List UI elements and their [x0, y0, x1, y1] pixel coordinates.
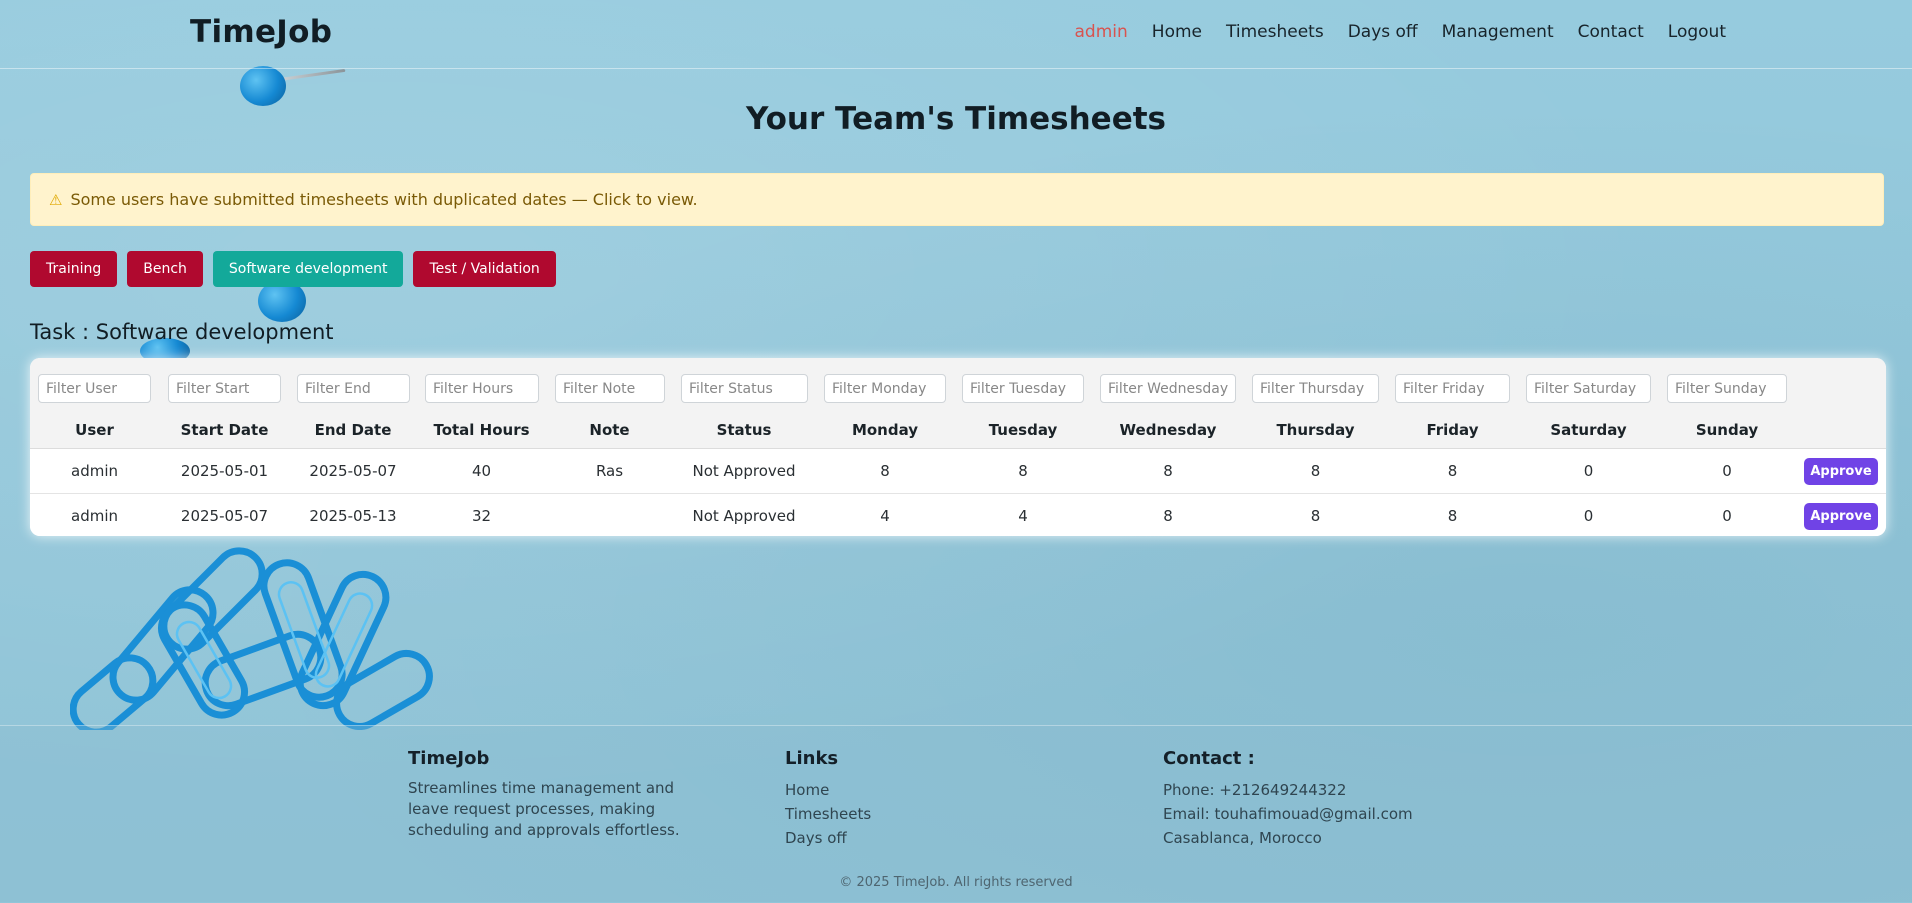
- approve-button[interactable]: Approve: [1804, 458, 1878, 485]
- main-nav: admin Home Timesheets Days off Managemen…: [1075, 22, 1726, 42]
- nav-timesheets[interactable]: Timesheets: [1226, 22, 1324, 42]
- header-thursday[interactable]: Thursday: [1244, 421, 1387, 439]
- cell-friday: 8: [1447, 507, 1458, 525]
- filter-sunday-input[interactable]: [1667, 374, 1787, 403]
- cell-start-date: 2025-05-01: [180, 462, 269, 480]
- cell-saturday: 0: [1583, 507, 1594, 525]
- warning-icon: ⚠: [49, 190, 63, 209]
- nav-logout[interactable]: Logout: [1668, 22, 1726, 42]
- cell-sunday: 0: [1722, 507, 1732, 525]
- task-title: Task : Software development: [30, 320, 334, 344]
- cell-total-hours: 40: [471, 462, 492, 480]
- footer-email: Email: touhafimouad@gmail.com: [1163, 805, 1413, 823]
- filter-user-input[interactable]: [38, 374, 151, 403]
- table-row: admin 2025-05-07 2025-05-13 32 Not Appro…: [30, 494, 1886, 536]
- header-status[interactable]: Status: [672, 421, 816, 439]
- filter-tuesday-input[interactable]: [962, 374, 1084, 403]
- cell-saturday: 0: [1583, 462, 1594, 480]
- nav-contact[interactable]: Contact: [1578, 22, 1644, 42]
- cell-tuesday: 8: [1018, 462, 1028, 480]
- table-row: admin 2025-05-01 2025-05-07 40 Ras Not A…: [30, 449, 1886, 494]
- filter-friday-input[interactable]: [1395, 374, 1510, 403]
- filter-saturday-input[interactable]: [1526, 374, 1651, 403]
- nav-days-off[interactable]: Days off: [1348, 22, 1418, 42]
- header-note[interactable]: Note: [547, 421, 672, 439]
- filter-wednesday-input[interactable]: [1100, 374, 1236, 403]
- cell-friday: 8: [1447, 462, 1458, 480]
- footer-copyright: © 2025 TimeJob. All rights reserved: [839, 875, 1073, 890]
- filter-note-input[interactable]: [555, 374, 665, 403]
- filter-status-input[interactable]: [681, 374, 808, 403]
- nav-home[interactable]: Home: [1152, 22, 1202, 42]
- approve-button[interactable]: Approve: [1804, 503, 1878, 530]
- cell-monday: 8: [880, 462, 890, 480]
- cell-end-date: 2025-05-07: [309, 462, 397, 480]
- footer-address: Casablanca, Morocco: [1163, 829, 1322, 847]
- footer-about-text: Streamlines time management and leave re…: [408, 779, 680, 839]
- footer-links-title: Links: [785, 748, 839, 769]
- filter-hours-input[interactable]: [425, 374, 539, 403]
- header-user[interactable]: User: [30, 421, 159, 439]
- nav-user-admin[interactable]: admin: [1075, 22, 1128, 42]
- task-software-development-button[interactable]: Software development: [212, 251, 404, 287]
- site-footer: TimeJob Streamlines time management and …: [0, 725, 1912, 903]
- filter-start-input[interactable]: [168, 374, 281, 403]
- page-title: Your Team's Timesheets: [746, 101, 1166, 137]
- brand-logo[interactable]: TimeJob: [190, 14, 332, 50]
- cell-wednesday: 8: [1163, 462, 1173, 480]
- footer-link-days-off[interactable]: Days off: [785, 826, 1035, 850]
- footer-contact-title: Contact :: [1163, 748, 1255, 769]
- cell-monday: 4: [880, 507, 890, 525]
- cell-note: Ras: [595, 462, 624, 480]
- table-header: User Start Date End Date Total Hours Not…: [30, 412, 1886, 449]
- header-wednesday[interactable]: Wednesday: [1092, 421, 1244, 439]
- header-total-hours[interactable]: Total Hours: [416, 421, 547, 439]
- header-end-date[interactable]: End Date: [290, 421, 416, 439]
- footer-about: TimeJob Streamlines time management and …: [408, 748, 718, 841]
- cell-thursday: 8: [1310, 507, 1321, 525]
- header-friday[interactable]: Friday: [1387, 421, 1518, 439]
- filter-thursday-input[interactable]: [1252, 374, 1379, 403]
- header-tuesday[interactable]: Tuesday: [954, 421, 1092, 439]
- paper-clips-image: [70, 547, 433, 730]
- footer-link-home[interactable]: Home: [785, 778, 1035, 802]
- cell-thursday: 8: [1310, 462, 1321, 480]
- filter-end-input[interactable]: [297, 374, 410, 403]
- cell-user: admin: [71, 462, 118, 480]
- cell-sunday: 0: [1722, 462, 1732, 480]
- task-filter-buttons: Training Bench Software development Test…: [30, 251, 556, 287]
- footer-about-title: TimeJob: [408, 748, 490, 769]
- timesheets-table: User Start Date End Date Total Hours Not…: [30, 358, 1886, 536]
- cell-total-hours: 32: [471, 507, 492, 525]
- cell-status: Not Approved: [692, 507, 796, 525]
- top-navbar: TimeJob admin Home Timesheets Days off M…: [0, 0, 1912, 69]
- footer-contact: Contact : Phone: +212649244322 Email: to…: [1163, 748, 1463, 850]
- header-saturday[interactable]: Saturday: [1518, 421, 1659, 439]
- cell-wednesday: 8: [1163, 507, 1173, 525]
- task-training-button[interactable]: Training: [30, 251, 118, 287]
- duplicate-dates-alert[interactable]: ⚠ Some users have submitted timesheets w…: [30, 173, 1884, 226]
- cell-status: Not Approved: [692, 462, 796, 480]
- cell-end-date: 2025-05-13: [309, 507, 397, 525]
- task-test-validation-button[interactable]: Test / Validation: [413, 251, 556, 287]
- header-start-date[interactable]: Start Date: [159, 421, 290, 439]
- cell-start-date: 2025-05-07: [180, 507, 269, 525]
- nav-management[interactable]: Management: [1442, 22, 1554, 42]
- footer-links: Links Home Timesheets Days off: [785, 748, 1035, 850]
- header-monday[interactable]: Monday: [816, 421, 954, 439]
- filter-monday-input[interactable]: [824, 374, 946, 403]
- footer-link-timesheets[interactable]: Timesheets: [785, 802, 1035, 826]
- footer-phone: Phone: +212649244322: [1163, 781, 1347, 799]
- task-bench-button[interactable]: Bench: [127, 251, 203, 287]
- alert-text[interactable]: Some users have submitted timesheets wit…: [70, 190, 697, 209]
- cell-tuesday: 4: [1018, 507, 1028, 525]
- cell-user: admin: [71, 507, 118, 525]
- header-sunday[interactable]: Sunday: [1659, 421, 1795, 439]
- filter-row: [30, 358, 1886, 413]
